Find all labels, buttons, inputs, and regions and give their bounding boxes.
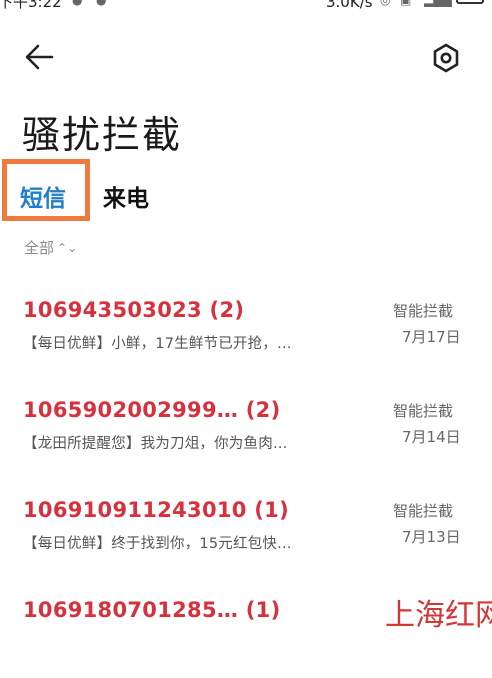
net-speed: 3.0K/s [326, 0, 373, 11]
tab-calls[interactable]: 来电 [103, 179, 149, 213]
gear-icon [433, 43, 459, 73]
watermark-logo: 上海红网 [385, 598, 492, 633]
back-button[interactable] [22, 40, 58, 74]
notification-icon-2: ● [96, 0, 107, 7]
sender-number: 106910911243010 (1) [23, 498, 289, 522]
status-time: 下午3:22 [0, 0, 62, 11]
tab-sms[interactable]: 短信 [20, 179, 66, 213]
sender-number: 106943503023 (2) [23, 298, 245, 322]
list-item[interactable]: 106910911243010 (1) 【每日优鲜】终于找到你，15元红包快… … [0, 498, 492, 578]
sender-number: 1069180701285… (1) [23, 598, 281, 622]
block-type: 智能拦截 [393, 402, 454, 420]
arrow-left-icon [25, 44, 54, 70]
volte-icon: ▣ [400, 0, 412, 7]
sender-number: 1065902002999… (2) [23, 398, 281, 422]
filter-label: 全部 [24, 239, 55, 257]
list-item[interactable]: 1065902002999… (2) 【龙田所提醒您】我为刀俎，你为鱼肉… 智能… [0, 398, 492, 478]
page-title: 骚扰拦截 [22, 113, 183, 157]
block-type: 智能拦截 [393, 502, 454, 520]
message-preview: 【龙田所提醒您】我为刀俎，你为鱼肉… [23, 436, 288, 452]
chevron-updown-icon: ⌃⌄ [57, 241, 78, 255]
status-bar: 下午3:22 ● ● 3.0K/s ◎ ▣ ▂▄▆ [0, 0, 492, 14]
list-item[interactable]: 106943503023 (2) 【每日优鲜】小鲜，17生鲜节已开抢，… 智能拦… [0, 298, 492, 378]
alarm-icon: ◎ [380, 0, 391, 7]
message-date: 7月13日 [402, 528, 461, 546]
message-preview: 【每日优鲜】小鲜，17生鲜节已开抢，… [23, 336, 292, 352]
message-date: 7月14日 [402, 428, 461, 446]
block-type: 智能拦截 [393, 302, 454, 320]
notification-icon: ● [72, 0, 83, 7]
filter-dropdown[interactable]: 全部 ⌃⌄ [24, 237, 77, 258]
message-preview: 【每日优鲜】终于找到你，15元红包快… [23, 536, 292, 552]
settings-button[interactable] [428, 40, 464, 76]
message-date: 7月17日 [402, 328, 461, 346]
signal-icon: ▂▄▆ [424, 0, 452, 7]
battery-icon [456, 0, 484, 4]
